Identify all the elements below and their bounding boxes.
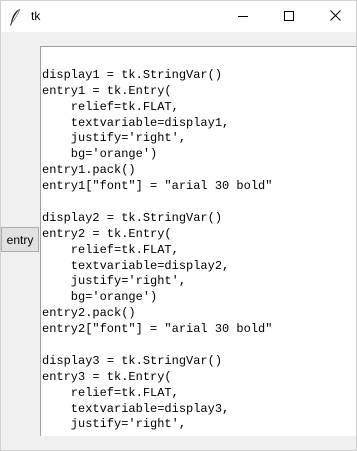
code-line: display1 = tk.StringVar() (42, 67, 223, 82)
code-line: textvariable=display3, (42, 401, 230, 416)
code-line: relief=tk.FLAT, (42, 242, 179, 257)
code-line: entry2 = tk.Entry( (42, 226, 172, 241)
close-button[interactable] (312, 1, 356, 32)
maximize-button[interactable] (266, 1, 312, 32)
code-line: entry3 = tk.Entry( (42, 369, 172, 384)
minimize-button[interactable] (220, 1, 266, 32)
code-line: display3 = tk.StringVar() (42, 353, 223, 368)
code-line: bg='orange') (42, 147, 158, 162)
code-line: entry1 = tk.Entry( (42, 83, 172, 98)
code-line: bg='orange') (42, 290, 158, 305)
code-line: entry2["font"] = "arial 30 bold" (42, 322, 273, 337)
title-bar[interactable]: tk (1, 1, 356, 32)
code-line: entry1["font"] = "arial 30 bold" (42, 179, 273, 194)
code-line: display2 = tk.StringVar() (42, 210, 223, 225)
code-content: display1 = tk.StringVar() entry1 = tk.Ent… (41, 47, 356, 433)
window-title: tk (31, 9, 41, 23)
code-line: entry1.pack() (42, 163, 136, 178)
minimize-icon (238, 8, 248, 26)
client-area: entry display1 = tk.StringVar() entry1 = … (1, 32, 356, 450)
code-line: justify='right', (42, 417, 187, 432)
code-line: textvariable=display1, (42, 115, 230, 130)
maximize-icon (284, 8, 294, 26)
code-line: relief=tk.FLAT, (42, 99, 179, 114)
code-text-area[interactable]: display1 = tk.StringVar() entry1 = tk.Ent… (40, 46, 356, 436)
feather-icon (9, 8, 23, 26)
code-line: justify='right', (42, 131, 187, 146)
code-line: entry2.pack() (42, 306, 136, 321)
tk-window: tk entry display1 = tk.StringVar() entry… (0, 0, 357, 451)
close-icon (329, 8, 341, 26)
entry-button[interactable]: entry (1, 227, 39, 252)
code-line: justify='right', (42, 274, 187, 289)
code-line: textvariable=display2, (42, 258, 230, 273)
code-line: relief=tk.FLAT, (42, 385, 179, 400)
